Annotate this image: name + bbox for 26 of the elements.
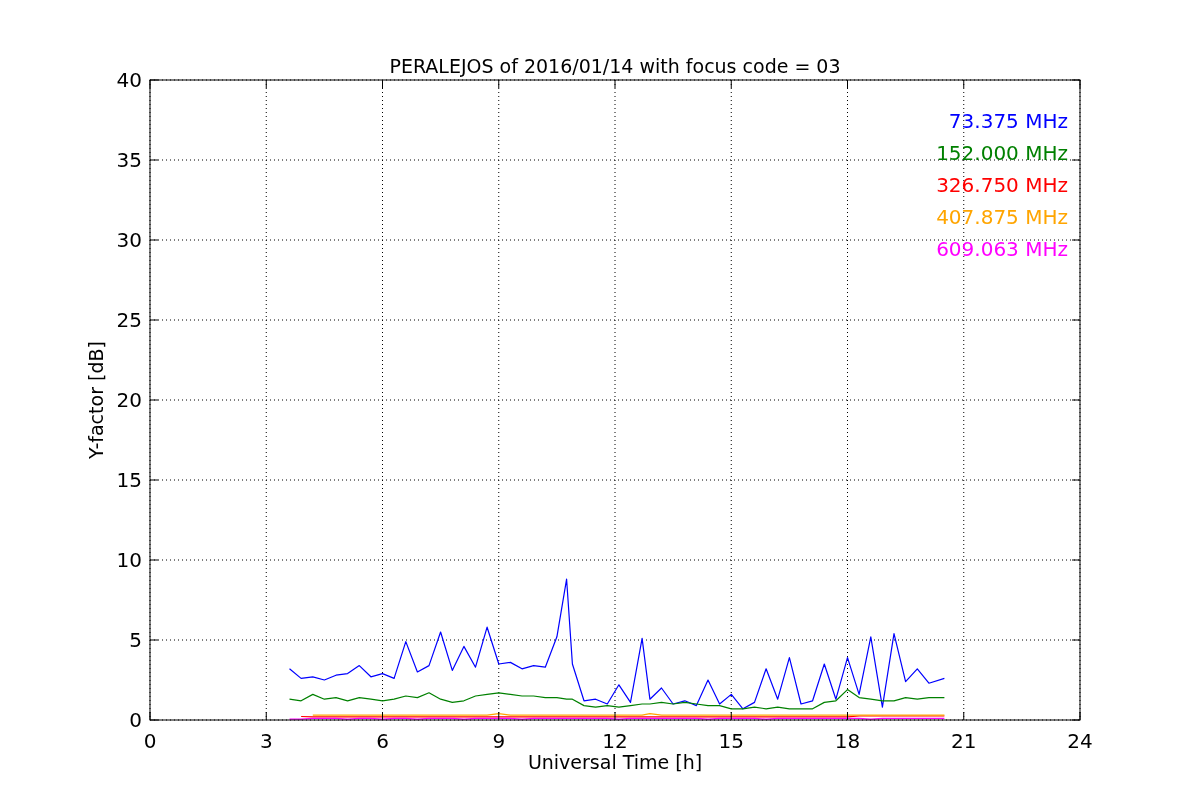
tick-label: 25	[116, 308, 142, 332]
tick-label: 0	[143, 729, 157, 753]
tick-label: 9	[492, 729, 506, 753]
tick-label: 15	[718, 729, 744, 753]
tick-label: 20	[116, 388, 142, 412]
tick-label: 10	[116, 548, 142, 572]
tick-label: 12	[602, 729, 628, 753]
tick-label: 18	[834, 729, 861, 753]
tick-label: 35	[116, 148, 142, 172]
legend-label: 326.750 MHz	[936, 173, 1068, 197]
legend-label: 407.875 MHz	[936, 205, 1068, 229]
legend-label: 73.375 MHz	[948, 109, 1068, 133]
tick-label: 15	[116, 468, 142, 492]
x-axis-label: Universal Time [h]	[527, 751, 703, 773]
tick-label: 24	[1067, 729, 1093, 753]
legend-label: 609.063 MHz	[936, 237, 1068, 261]
tick-label: 5	[129, 628, 142, 652]
chart-title: PERALEJOS of 2016/01/14 with focus code = 03	[389, 55, 841, 77]
tick-label: 0	[129, 708, 142, 732]
tick-label: 3	[259, 729, 273, 753]
tick-label: 21	[951, 729, 977, 753]
tick-label: 6	[376, 729, 389, 753]
y-axis-label: Y-factor [dB]	[85, 341, 107, 459]
tick-label: 40	[116, 68, 142, 92]
tick-label: 30	[116, 228, 142, 252]
legend-label: 152.000 MHz	[936, 141, 1068, 165]
